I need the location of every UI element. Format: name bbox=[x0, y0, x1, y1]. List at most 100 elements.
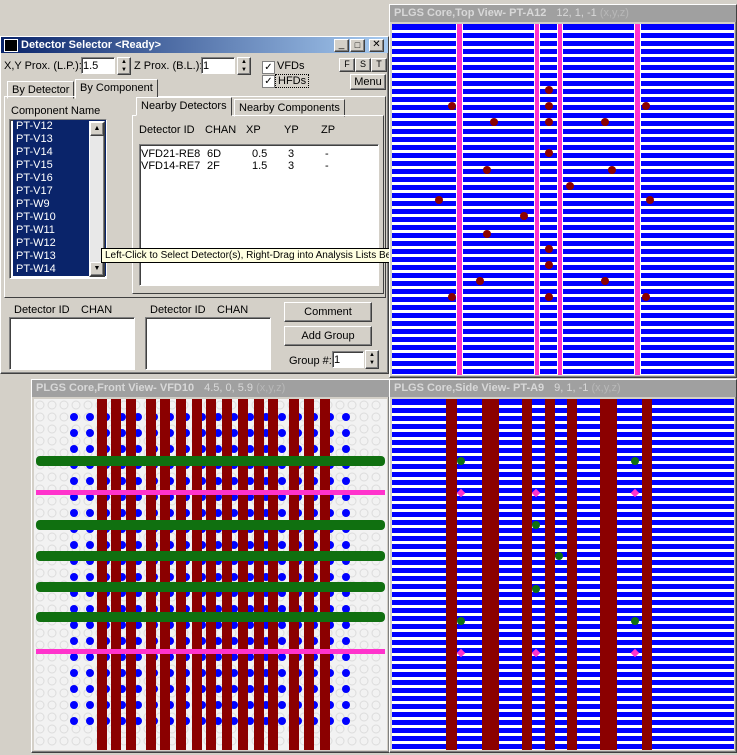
grid-line bbox=[392, 581, 734, 584]
minimize-button[interactable]: _ bbox=[334, 39, 349, 52]
top-view-title: PLGS Core,Top View- PT-A12 bbox=[394, 7, 547, 19]
analysis-list-1[interactable] bbox=[9, 317, 135, 370]
grid-line bbox=[392, 453, 734, 456]
grid-line bbox=[392, 677, 734, 680]
grid-line bbox=[392, 405, 734, 408]
side-view-window: PLGS Core,Side View- PT-A9 9, 1, -1 (x,y,… bbox=[389, 379, 737, 753]
side-view-plot[interactable] bbox=[392, 399, 734, 750]
detector-dot bbox=[642, 102, 650, 110]
scroll-up-button[interactable]: ▲ bbox=[90, 122, 104, 136]
grid-line bbox=[392, 413, 734, 416]
grid-line bbox=[392, 509, 734, 512]
fuel-dot bbox=[70, 445, 78, 453]
table-cell: 1.5 bbox=[252, 160, 268, 172]
xy-prox-input[interactable] bbox=[81, 57, 115, 74]
grid-line bbox=[392, 669, 734, 672]
fuel-dot bbox=[278, 413, 286, 421]
fuel-dot bbox=[278, 685, 286, 693]
table-row[interactable]: VFD14-RE7 2F 1.5 3 - bbox=[140, 160, 376, 172]
fuel-dot bbox=[86, 637, 94, 645]
menu-button[interactable]: Menu bbox=[350, 74, 386, 90]
scroll-down-button[interactable]: ▼ bbox=[90, 262, 104, 276]
close-button[interactable]: ✕ bbox=[369, 39, 384, 52]
fuel-dot bbox=[342, 573, 350, 581]
top-view-button[interactable]: T bbox=[371, 58, 387, 72]
hfds-checkbox[interactable]: ✓ bbox=[262, 75, 275, 88]
side-view-coords: 9, 1, -1 bbox=[554, 382, 589, 394]
selector-titlebar[interactable]: Detector Selector <Ready> bbox=[1, 37, 388, 53]
fuel-dot bbox=[278, 573, 286, 581]
detector-selector-window: Detector Selector <Ready> _ □ ✕ X,Y Prox… bbox=[0, 36, 389, 374]
fuel-dot bbox=[86, 621, 94, 629]
grid-line bbox=[392, 429, 734, 432]
top-view-svg[interactable] bbox=[392, 24, 734, 375]
subtab-panel: Detector ID CHAN XP YP ZP VFD21-RE8 6D 0.5 3- VF… bbox=[132, 115, 384, 294]
grid-line bbox=[392, 685, 734, 688]
group-label: Group #: bbox=[289, 355, 332, 367]
detector-table[interactable]: VFD21-RE8 6D 0.5 3 - VFD14-RE7 2F 1.5 3 - bbox=[139, 144, 379, 286]
detector-dot bbox=[545, 245, 553, 253]
add-group-button[interactable]: Add Group bbox=[284, 326, 372, 346]
grid-line bbox=[392, 597, 734, 600]
front-view-titlebar[interactable]: PLGS Core,Front View- VFD10 4.5, 0, 5.9 (… bbox=[32, 380, 389, 397]
vertical-rod bbox=[111, 399, 121, 750]
fuel-dot bbox=[86, 477, 94, 485]
grid-line bbox=[392, 733, 734, 736]
vertical-rod bbox=[522, 399, 532, 750]
magenta-rod bbox=[558, 24, 562, 375]
table-cell: - bbox=[325, 148, 329, 160]
grid-line bbox=[392, 653, 734, 656]
column-header[interactable]: XP bbox=[246, 124, 261, 136]
fuel-dot bbox=[70, 413, 78, 421]
z-prox-spinner[interactable]: ▲ ▼ bbox=[237, 57, 251, 75]
lower-col4-header: CHAN bbox=[217, 304, 249, 316]
z-prox-input[interactable] bbox=[201, 57, 235, 74]
side-view-button[interactable]: S bbox=[355, 58, 371, 72]
top-view-titlebar[interactable]: PLGS Core,Top View- PT-A12 12, 1, -1 (x,y… bbox=[390, 5, 736, 22]
fuel-dot bbox=[342, 701, 350, 709]
green-detector bbox=[555, 552, 563, 560]
column-header[interactable]: ZP bbox=[321, 124, 335, 136]
front-view-plot[interactable] bbox=[34, 399, 387, 750]
side-view-svg[interactable] bbox=[392, 399, 734, 750]
fuel-dot bbox=[70, 717, 78, 725]
grid-line bbox=[392, 589, 734, 592]
vertical-rod bbox=[254, 399, 264, 750]
vfds-checkbox[interactable]: ✓ bbox=[262, 61, 275, 74]
grid-line bbox=[392, 613, 734, 616]
vertical-rod bbox=[206, 399, 216, 750]
detector-dot bbox=[545, 293, 553, 301]
top-view-plot[interactable] bbox=[392, 24, 734, 375]
front-view-xyz: (x,y,z) bbox=[256, 382, 286, 394]
tab-by-component[interactable]: By Component bbox=[75, 79, 158, 99]
selector-title: Detector Selector <Ready> bbox=[21, 39, 162, 51]
detector-dot bbox=[476, 277, 484, 285]
green-detector bbox=[631, 617, 639, 625]
vertical-rod bbox=[146, 399, 156, 750]
fuel-dot bbox=[86, 685, 94, 693]
front-view-button[interactable]: F bbox=[339, 58, 355, 72]
fuel-dot bbox=[86, 717, 94, 725]
grid-line bbox=[392, 709, 734, 712]
front-view-coords: 4.5, 0, 5.9 bbox=[204, 382, 254, 394]
column-header[interactable]: CHAN bbox=[205, 124, 236, 136]
fuel-dot bbox=[70, 509, 78, 517]
detector-dot bbox=[545, 149, 553, 157]
comment-button[interactable]: Comment bbox=[284, 302, 372, 322]
green-detector bbox=[532, 585, 540, 593]
group-spinner[interactable]: ▲ ▼ bbox=[365, 350, 379, 369]
column-header[interactable]: YP bbox=[284, 124, 299, 136]
table-row[interactable]: VFD21-RE8 6D 0.5 3 - bbox=[140, 148, 376, 160]
subtab-nearby-detectors[interactable]: Nearby Detectors bbox=[136, 97, 232, 116]
group-input[interactable] bbox=[332, 351, 364, 368]
fuel-dot bbox=[278, 637, 286, 645]
xy-prox-spinner[interactable]: ▲ ▼ bbox=[117, 57, 131, 75]
green-detector bbox=[631, 457, 639, 465]
analysis-list-2[interactable] bbox=[145, 317, 271, 370]
fuel-dot bbox=[70, 653, 78, 661]
vertical-rod bbox=[320, 399, 330, 750]
maximize-button[interactable]: □ bbox=[350, 39, 365, 52]
side-view-titlebar[interactable]: PLGS Core,Side View- PT-A9 9, 1, -1 (x,y,… bbox=[390, 380, 736, 397]
front-view-svg[interactable] bbox=[34, 399, 387, 750]
column-header[interactable]: Detector ID bbox=[139, 124, 195, 136]
